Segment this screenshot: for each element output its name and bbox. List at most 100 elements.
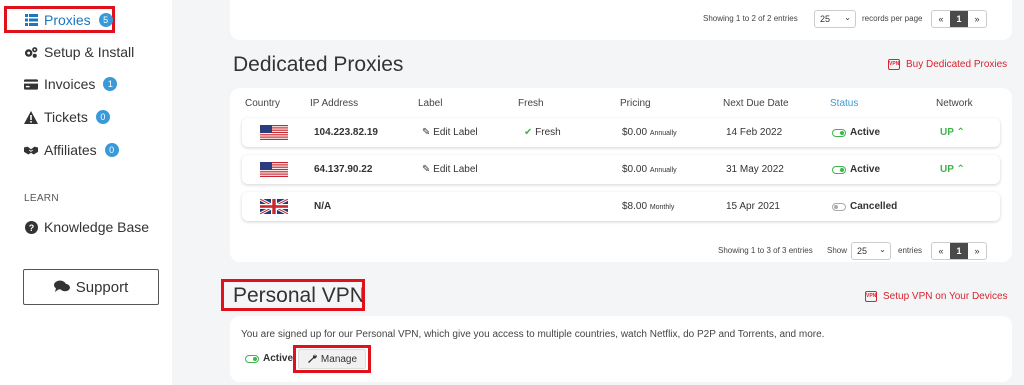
table-row: 64.137.90.22 ✎ Edit Label $0.00 Annually… [242, 155, 1000, 184]
pagination: « 1 » [931, 10, 987, 28]
edit-icon: ✎ [422, 164, 431, 175]
status-text: Active [263, 353, 294, 364]
status-text: Active [850, 127, 881, 138]
price-value: $0.00 [622, 127, 648, 138]
per-page-value: 25 [857, 246, 868, 256]
sidebar-item-label: Setup & Install [44, 44, 135, 60]
vpn-status-badge: Active [245, 353, 293, 364]
sidebar-item-setup[interactable]: Setup & Install [24, 44, 134, 60]
sidebar-item-affiliates[interactable]: Affiliates 0 [24, 142, 119, 158]
edit-icon: ✎ [422, 127, 431, 138]
prev-page-button[interactable]: « [932, 11, 950, 27]
edit-label-text: Edit Label [433, 164, 478, 175]
col-header-country: Country [245, 98, 281, 109]
chat-bubbles-icon [53, 279, 70, 296]
col-header-network: Network [936, 98, 973, 109]
svg-text:?: ? [28, 223, 34, 233]
status-badge: Active [832, 127, 880, 138]
sidebar-item-proxies[interactable]: Proxies 5 [24, 12, 113, 28]
billing-period: Annually [649, 167, 677, 174]
status-text: Cancelled [850, 201, 898, 212]
count-badge: 0 [95, 110, 110, 124]
highlight-box-personal-vpn [221, 279, 365, 311]
support-button[interactable]: Support [23, 269, 159, 305]
network-status: UP ⌃ [940, 127, 965, 138]
main-content: Showing 1 to 2 of 2 entries 25 ⌄ records… [172, 0, 1024, 385]
col-header-pricing: Pricing [620, 98, 651, 109]
col-header-label: Label [418, 98, 443, 109]
learn-heading: LEARN [24, 193, 59, 204]
gears-icon [24, 45, 38, 59]
ip-address: N/A [314, 201, 332, 212]
billing-period: Annually [649, 130, 677, 137]
question-circle-icon: ? [24, 220, 38, 234]
show-label: Show [827, 246, 848, 255]
price-value: $8.00 [622, 201, 648, 212]
network-text: UP [940, 164, 954, 175]
billing-period: Monthly [649, 204, 675, 211]
pricing: $8.00 Monthly [622, 201, 674, 212]
sidebar-item-label: Proxies [44, 12, 91, 28]
vpn-shield-icon: VPN [888, 59, 900, 70]
per-page-suffix: records per page [862, 14, 923, 23]
page-button-current[interactable]: 1 [950, 11, 968, 27]
edit-label-link[interactable]: ✎ Edit Label [422, 164, 478, 175]
ip-address: 104.223.82.19 [314, 127, 378, 138]
chevron-down-icon: ⌄ [879, 245, 886, 254]
handshake-icon [24, 143, 38, 157]
warning-icon [24, 110, 38, 124]
edit-label-text: Edit Label [433, 127, 478, 138]
network-status: UP ⌃ [940, 164, 965, 175]
page-button-current[interactable]: 1 [950, 243, 968, 259]
col-header-status[interactable]: Status [830, 98, 858, 109]
dedicated-proxies-title: Dedicated Proxies [233, 53, 404, 76]
toggle-off-icon [832, 202, 846, 211]
next-due-date: 31 May 2022 [726, 164, 784, 175]
ip-address: 64.137.90.22 [314, 164, 373, 175]
per-page-select[interactable]: 25 ⌄ [851, 242, 891, 260]
next-page-button[interactable]: » [968, 243, 986, 259]
sidebar-item-label: Knowledge Base [44, 219, 150, 235]
us-flag-icon [260, 125, 288, 140]
sidebar-item-label: Invoices [44, 76, 96, 92]
table-row: 104.223.82.19 ✎ Edit Label ✔ Fresh $0.00… [242, 118, 1000, 147]
sidebar-item-tickets[interactable]: Tickets 0 [24, 109, 110, 125]
chevron-down-icon: ⌄ [844, 13, 851, 22]
us-flag-icon [260, 162, 288, 177]
sidebar-item-knowledge-base[interactable]: ? Knowledge Base [24, 219, 149, 235]
count-badge: 0 [104, 143, 119, 157]
vpn-description: You are signed up for our Personal VPN, … [241, 329, 825, 340]
toggle-on-icon [832, 128, 846, 137]
next-due-date: 14 Feb 2022 [726, 127, 783, 138]
setup-vpn-link[interactable]: VPN Setup VPN on Your Devices [865, 291, 1008, 302]
buy-dedicated-proxies-link[interactable]: VPN Buy Dedicated Proxies [888, 59, 1007, 70]
pricing: $0.00 Annually [622, 127, 677, 138]
sidebar-item-label: Affiliates [44, 142, 97, 158]
status-badge: Active [832, 164, 880, 175]
per-page-value: 25 [820, 14, 831, 24]
next-page-button[interactable]: » [968, 11, 986, 27]
col-header-fresh: Fresh [518, 98, 544, 109]
setup-vpn-label: Setup VPN on Your Devices [883, 291, 1008, 302]
next-due-date: 15 Apr 2021 [726, 201, 780, 212]
entries-info: Showing 1 to 3 of 3 entries [718, 246, 813, 255]
sidebar-item-label: Tickets [44, 109, 88, 125]
sidebar: Proxies 5 Setup & Install Invoices 1 Tic… [0, 0, 172, 385]
prev-page-button[interactable]: « [932, 243, 950, 259]
double-chevron-up-icon: ⌃ [956, 127, 965, 138]
count-badge: 1 [103, 77, 118, 91]
toggle-on-icon [245, 354, 259, 363]
highlight-box-manage [293, 345, 371, 373]
edit-label-link[interactable]: ✎ Edit Label [422, 127, 478, 138]
entries-info: Showing 1 to 2 of 2 entries [703, 14, 798, 23]
per-page-select[interactable]: 25 ⌄ [814, 10, 856, 28]
credit-card-icon [24, 77, 38, 91]
list-icon [24, 13, 38, 27]
fresh-indicator: ✔ Fresh [524, 127, 561, 138]
sidebar-item-invoices[interactable]: Invoices 1 [24, 76, 118, 92]
pricing: $0.00 Annually [622, 164, 677, 175]
network-text: UP [940, 127, 954, 138]
toggle-on-icon [832, 165, 846, 174]
vpn-shield-icon: VPN [865, 291, 877, 302]
buy-link-label: Buy Dedicated Proxies [906, 59, 1008, 70]
